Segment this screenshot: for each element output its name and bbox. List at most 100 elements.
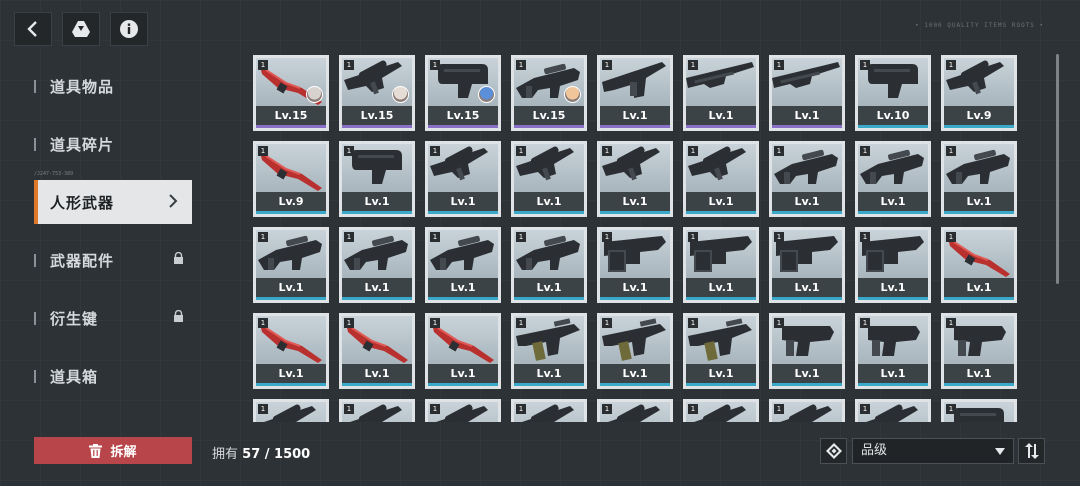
quantity-badge: 1 [774, 232, 784, 242]
weapon-card[interactable]: 1 Lv.15 [425, 55, 501, 131]
quantity-badge: 1 [258, 318, 268, 328]
weapon-card[interactable]: 1 [339, 399, 415, 422]
grid-scrollbar[interactable] [1056, 54, 1059, 284]
sidebar-item[interactable]: 道具箱 [34, 354, 192, 398]
quantity-badge: 1 [602, 318, 612, 328]
weapon-card[interactable]: 1 Lv.1 [511, 227, 587, 303]
dismantle-button[interactable]: 拆解 [34, 437, 192, 464]
weapon-card[interactable]: 1 Lv.1 [339, 227, 415, 303]
weapon-card[interactable]: 1 Lv.9 [941, 55, 1017, 131]
weapon-card[interactable]: 1 Lv.1 [941, 141, 1017, 217]
drive-button[interactable] [62, 12, 100, 46]
owned-label: 拥有 [212, 447, 239, 462]
quantity-badge: 1 [602, 404, 612, 414]
weapon-card[interactable]: 1 Lv.1 [855, 227, 931, 303]
weapon-card[interactable]: 1 [511, 399, 587, 422]
weapon-card[interactable]: 1 Lv.1 [683, 141, 759, 217]
quantity-badge: 1 [860, 146, 870, 156]
level-label: Lv.1 [342, 278, 412, 300]
weapon-card[interactable]: 1 Lv.15 [511, 55, 587, 131]
level-label: Lv.1 [428, 192, 498, 214]
filter-button[interactable] [820, 438, 847, 464]
character-avatar [306, 86, 323, 103]
weapon-card[interactable]: 1 Lv.1 [941, 227, 1017, 303]
weapon-card[interactable]: 1 [425, 399, 501, 422]
weapon-card[interactable]: 1 Lv.1 [253, 227, 329, 303]
quantity-badge: 1 [774, 146, 784, 156]
sidebar-item[interactable]: 衍生键 [34, 296, 192, 340]
quantity-badge: 1 [688, 318, 698, 328]
weapon-card[interactable]: 1 Lv.1 [683, 55, 759, 131]
level-label: Lv.1 [600, 106, 670, 128]
character-avatar [478, 86, 495, 103]
weapon-card[interactable]: 1 Lv.1 [597, 227, 673, 303]
level-label: Lv.1 [686, 364, 756, 386]
sidebar-item-label: 人形武器 [50, 193, 115, 212]
weapon-card[interactable]: 1 [769, 399, 845, 422]
weapon-card[interactable]: 1 Lv.10 [855, 55, 931, 131]
weapon-card[interactable]: 1 [941, 399, 1017, 422]
quantity-badge: 1 [516, 232, 526, 242]
level-label: Lv.9 [944, 106, 1014, 128]
quantity-badge: 1 [430, 60, 440, 70]
weapon-card[interactable]: 1 [683, 399, 759, 422]
weapon-card[interactable]: 1 Lv.1 [855, 141, 931, 217]
weapon-card[interactable]: 1 Lv.1 [855, 313, 931, 389]
level-label: Lv.1 [772, 278, 842, 300]
weapon-card[interactable]: 1 Lv.1 [769, 141, 845, 217]
quantity-badge: 1 [860, 232, 870, 242]
weapon-card[interactable]: 1 Lv.1 [769, 313, 845, 389]
level-label: Lv.1 [256, 278, 326, 300]
weapon-card[interactable]: 1 Lv.1 [683, 313, 759, 389]
weapon-card[interactable]: 1 Lv.1 [683, 227, 759, 303]
sort-dropdown[interactable]: 品级 [852, 438, 1014, 464]
level-label: Lv.1 [686, 278, 756, 300]
quantity-badge: 1 [430, 318, 440, 328]
sidebar-item[interactable]: 人形武器 [34, 180, 192, 224]
sidebar-item[interactable]: 武器配件 [34, 238, 192, 282]
weapon-card[interactable]: 1 Lv.1 [597, 55, 673, 131]
character-avatar [564, 86, 581, 103]
quantity-badge: 1 [430, 146, 440, 156]
weapon-card[interactable]: 1 Lv.9 [253, 141, 329, 217]
weapon-card[interactable]: 1 Lv.1 [253, 313, 329, 389]
level-label: Lv.1 [858, 278, 928, 300]
weapon-card[interactable]: 1 Lv.15 [339, 55, 415, 131]
back-button[interactable] [14, 12, 52, 46]
weapon-card[interactable]: 1 [855, 399, 931, 422]
quantity-badge: 1 [688, 232, 698, 242]
weapon-card[interactable]: 1 Lv.15 [253, 55, 329, 131]
weapon-card[interactable]: 1 Lv.1 [425, 227, 501, 303]
weapon-card[interactable]: 1 Lv.1 [597, 141, 673, 217]
sort-order-button[interactable] [1018, 438, 1045, 464]
weapon-card[interactable]: 1 Lv.1 [425, 141, 501, 217]
weapon-card[interactable]: 1 Lv.1 [339, 141, 415, 217]
weapon-card[interactable]: 1 Lv.1 [597, 313, 673, 389]
sidebar-item[interactable]: 道具碎片 [34, 122, 192, 166]
info-icon [120, 20, 138, 38]
level-label: Lv.1 [342, 192, 412, 214]
quantity-badge: 1 [946, 404, 956, 414]
info-button[interactable] [110, 12, 148, 46]
weapon-card[interactable]: 1 [253, 399, 329, 422]
lock-icon [174, 310, 183, 322]
quantity-badge: 1 [430, 404, 440, 414]
quantity-badge: 1 [860, 318, 870, 328]
quantity-badge: 1 [258, 404, 268, 414]
weapon-card[interactable]: 1 Lv.1 [769, 55, 845, 131]
quantity-badge: 1 [946, 318, 956, 328]
sidebar-item[interactable]: 道具物品 [34, 64, 192, 108]
level-label: Lv.15 [514, 106, 584, 128]
quantity-badge: 1 [688, 60, 698, 70]
sidebar-item-marker [34, 79, 36, 93]
weapon-card[interactable]: 1 Lv.1 [941, 313, 1017, 389]
weapon-card[interactable]: 1 Lv.1 [511, 313, 587, 389]
weapon-card[interactable]: 1 [597, 399, 673, 422]
weapon-card[interactable]: 1 Lv.1 [425, 313, 501, 389]
weapon-card[interactable]: 1 Lv.1 [511, 141, 587, 217]
weapon-card[interactable]: 1 Lv.1 [769, 227, 845, 303]
weapon-card[interactable]: 1 Lv.1 [339, 313, 415, 389]
level-label: Lv.15 [428, 106, 498, 128]
sidebar-item-label: 衍生键 [50, 309, 99, 328]
quantity-badge: 1 [344, 318, 354, 328]
